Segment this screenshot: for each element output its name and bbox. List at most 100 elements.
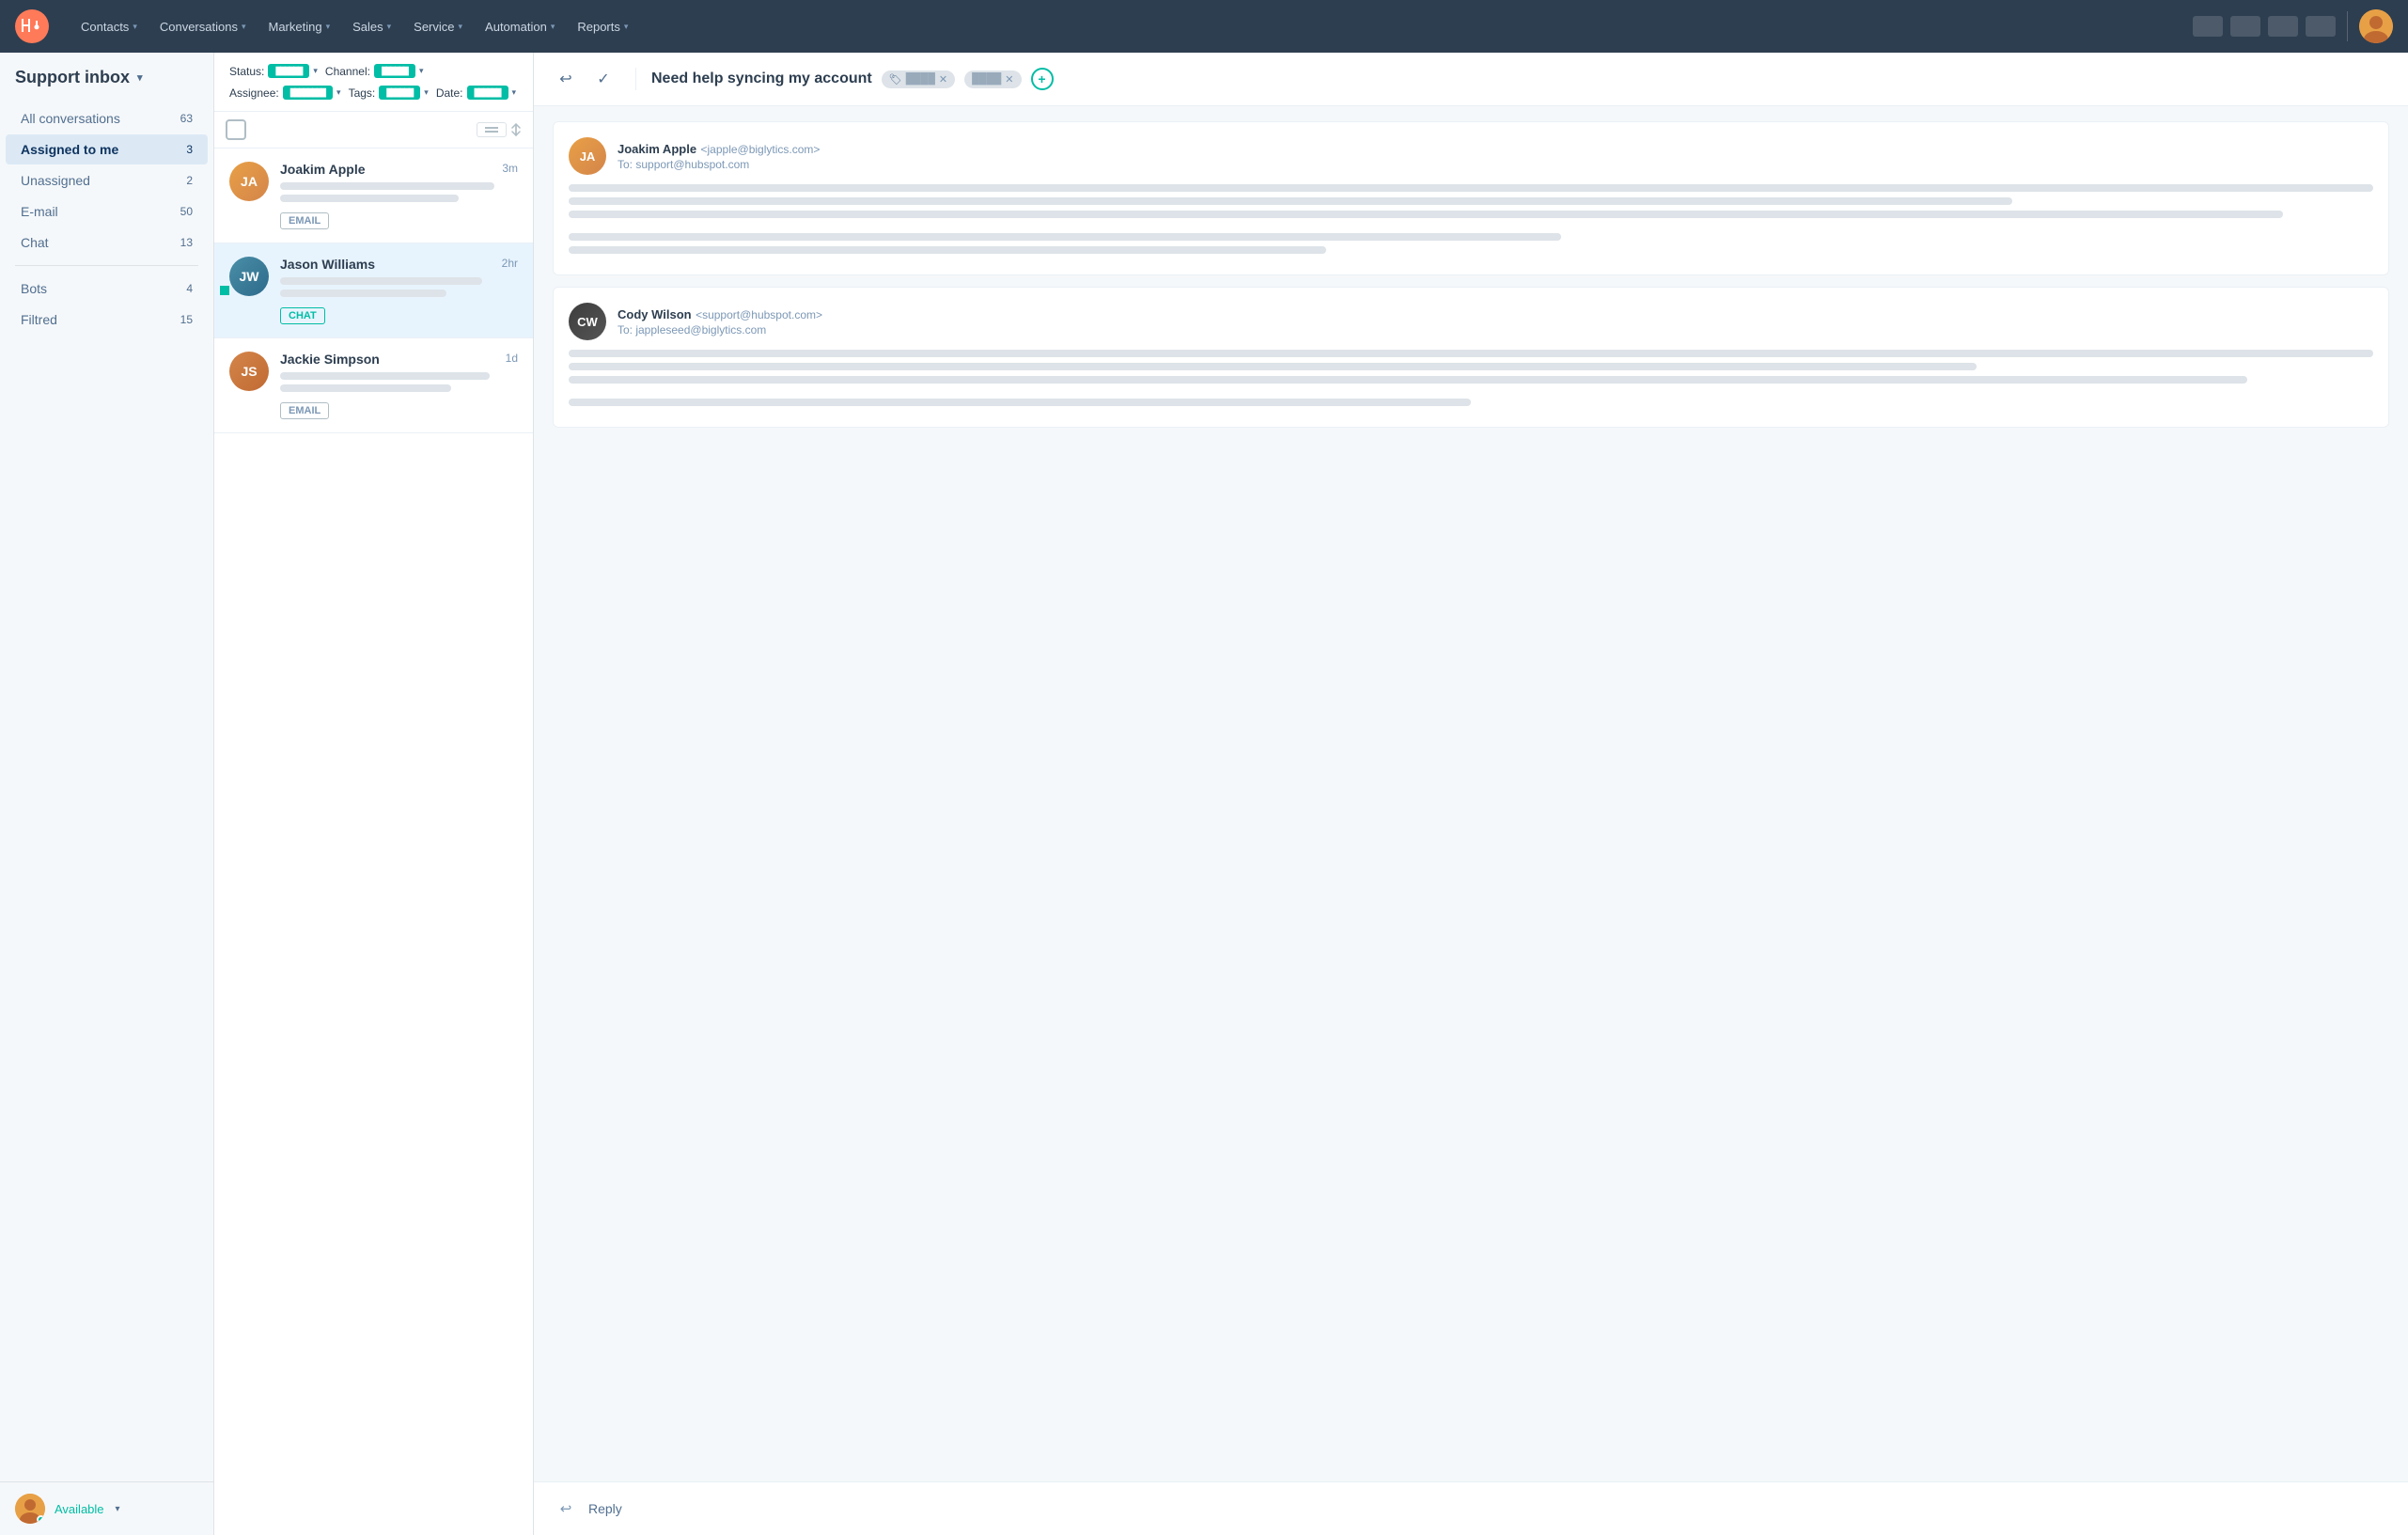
filter-tags-chevron: ▾ xyxy=(424,87,429,98)
add-tag-button[interactable]: + xyxy=(1031,68,1054,90)
sidebar-item-chat-label: Chat xyxy=(21,235,49,250)
sidebar-header[interactable]: Support inbox ▾ xyxy=(0,68,213,102)
filter-status-chevron: ▾ xyxy=(313,66,318,76)
sidebar-item-email-badge: 50 xyxy=(180,205,193,218)
conversation-header: ↩ ✓ Need help syncing my account 🏷 ████ … xyxy=(534,53,2408,106)
msg-line-c1 xyxy=(569,350,2373,357)
msg-line-c2 xyxy=(569,363,1977,370)
sidebar-footer-chevron: ▾ xyxy=(116,1504,120,1514)
nav-marketing[interactable]: Marketing ▾ xyxy=(258,14,339,39)
filter-date[interactable]: Date: ██████ ▾ xyxy=(436,86,516,100)
conv-avatar-jackie: JS xyxy=(229,352,269,391)
sidebar-item-email[interactable]: E-mail 50 xyxy=(6,196,208,227)
nav-contacts[interactable]: Contacts ▾ xyxy=(71,14,147,39)
nav-contacts-chevron: ▾ xyxy=(133,22,137,32)
sidebar-title: Support inbox xyxy=(15,68,130,87)
msg-to-joakim: To: support@hubspot.com xyxy=(618,158,820,171)
check-button[interactable]: ✓ xyxy=(590,66,617,92)
hubspot-logo[interactable] xyxy=(15,9,49,43)
sidebar-item-all-conversations[interactable]: All conversations 63 xyxy=(6,103,208,133)
nav-sales-chevron: ▾ xyxy=(387,22,392,32)
select-all-checkbox[interactable] xyxy=(226,119,246,140)
msg-line-c4 xyxy=(569,399,1471,406)
order-toggle[interactable] xyxy=(510,123,522,136)
sidebar-item-bots[interactable]: Bots 4 xyxy=(6,274,208,304)
filter-channel-value: ██████ xyxy=(374,64,415,78)
filter-date-value: ██████ xyxy=(467,86,508,100)
filter-assignee-value: ████████ xyxy=(283,86,333,100)
filter-assignee[interactable]: Assignee: ████████ ▾ xyxy=(229,86,341,100)
nav-service-chevron: ▾ xyxy=(459,22,463,32)
sidebar-item-assigned-to-me[interactable]: Assigned to me 3 xyxy=(6,134,208,164)
tag-chip-2-label: ████ xyxy=(972,73,1001,85)
msg-sender-info-joakim: Joakim Apple <japple@biglytics.com> To: … xyxy=(618,141,820,171)
conv-line-2 xyxy=(280,195,459,202)
nav-icon-btn-3[interactable] xyxy=(2268,16,2298,37)
conv-line-1 xyxy=(280,182,494,190)
filter-tags[interactable]: Tags: ██████ ▾ xyxy=(349,86,429,100)
conv-content-joakim: Joakim Apple 3m EMAIL xyxy=(280,162,518,229)
sidebar-item-chat[interactable]: Chat 13 xyxy=(6,227,208,258)
nav-conversations-chevron: ▾ xyxy=(242,22,246,32)
conv-name-jackie: Jackie Simpson xyxy=(280,352,380,367)
main-layout: Support inbox ▾ All conversations 63 Ass… xyxy=(0,53,2408,1535)
nav-icon-btn-2[interactable] xyxy=(2230,16,2260,37)
tag-chip-1[interactable]: 🏷 ████ ✕ xyxy=(882,70,955,88)
conv-time-joakim: 3m xyxy=(502,162,518,175)
conv-time-jason: 2hr xyxy=(502,257,518,270)
msg-sender-info-cody: Cody Wilson <support@hubspot.com> To: ja… xyxy=(618,306,822,337)
nav-conversations[interactable]: Conversations ▾ xyxy=(150,14,256,39)
sidebar-footer[interactable]: Available ▾ xyxy=(0,1481,213,1535)
user-status-dot xyxy=(37,1515,45,1524)
tag-chip-2-close[interactable]: ✕ xyxy=(1005,73,1013,86)
nav-reports[interactable]: Reports ▾ xyxy=(568,14,637,39)
filter-status[interactable]: Status: ██████ ▾ xyxy=(229,64,318,78)
tag-chip-2[interactable]: ████ ✕ xyxy=(964,70,1021,88)
reply-bar: ↩ Reply xyxy=(534,1481,2408,1535)
sidebar-item-unassigned[interactable]: Unassigned 2 xyxy=(6,165,208,196)
nav-reports-chevron: ▾ xyxy=(624,22,629,32)
conv-content-jackie: Jackie Simpson 1d EMAIL xyxy=(280,352,518,419)
conv-name-joakim: Joakim Apple xyxy=(280,162,366,177)
main-conversation-content: ↩ ✓ Need help syncing my account 🏷 ████ … xyxy=(534,53,2408,1535)
nav-icon-btn-1[interactable] xyxy=(2193,16,2223,37)
msg-avatar-joakim: JA xyxy=(569,137,606,175)
msg-line-j5 xyxy=(569,246,1326,254)
nav-reports-label: Reports xyxy=(577,20,620,34)
msg-line-j4 xyxy=(569,233,1561,241)
msg-line-j3 xyxy=(569,211,2283,218)
tag-chip-1-label: ████ xyxy=(906,73,935,85)
msg-to-cody: To: jappleseed@biglytics.com xyxy=(618,323,822,337)
conv-tag-jason: CHAT xyxy=(280,307,325,324)
reply-back-button[interactable]: ↩ xyxy=(553,66,579,92)
sort-button[interactable] xyxy=(477,122,507,137)
sidebar-item-filtred[interactable]: Filtred 15 xyxy=(6,305,208,335)
nav-automation-label: Automation xyxy=(485,20,547,34)
nav-service[interactable]: Service ▾ xyxy=(404,14,472,39)
msg-email-cody: <support@hubspot.com> xyxy=(696,308,822,321)
conv-header-jackie: Jackie Simpson 1d xyxy=(280,352,518,367)
unread-dot-jason xyxy=(220,286,229,295)
sidebar-item-email-label: E-mail xyxy=(21,204,58,219)
nav-automation[interactable]: Automation ▾ xyxy=(476,14,564,39)
filter-assignee-chevron: ▾ xyxy=(336,87,341,98)
order-icon xyxy=(510,123,522,136)
tag-chip-1-close[interactable]: ✕ xyxy=(939,73,947,86)
reply-label[interactable]: Reply xyxy=(588,1501,622,1516)
conv-item-jackie[interactable]: JS Jackie Simpson 1d EMAIL xyxy=(214,338,533,433)
sidebar-divider xyxy=(15,265,198,266)
nav-conversations-label: Conversations xyxy=(160,20,238,34)
user-avatar[interactable] xyxy=(2359,9,2393,43)
nav-automation-chevron: ▾ xyxy=(551,22,555,32)
filter-assignee-label: Assignee: xyxy=(229,86,279,100)
msg-line-c3 xyxy=(569,376,2247,384)
nav-icon-btn-4[interactable] xyxy=(2306,16,2336,37)
msg-sender-name-cody: Cody Wilson <support@hubspot.com> xyxy=(618,306,822,323)
filter-channel[interactable]: Channel: ██████ ▾ xyxy=(325,64,424,78)
conv-item-jason[interactable]: JW Jason Williams 2hr CHAT xyxy=(214,243,533,338)
conv-item-joakim[interactable]: JA Joakim Apple 3m EMAIL xyxy=(214,149,533,243)
reply-icon-button[interactable]: ↩ xyxy=(553,1496,579,1522)
nav-marketing-label: Marketing xyxy=(268,20,321,34)
msg-avatar-cody: CW xyxy=(569,303,606,340)
nav-sales[interactable]: Sales ▾ xyxy=(343,14,400,39)
